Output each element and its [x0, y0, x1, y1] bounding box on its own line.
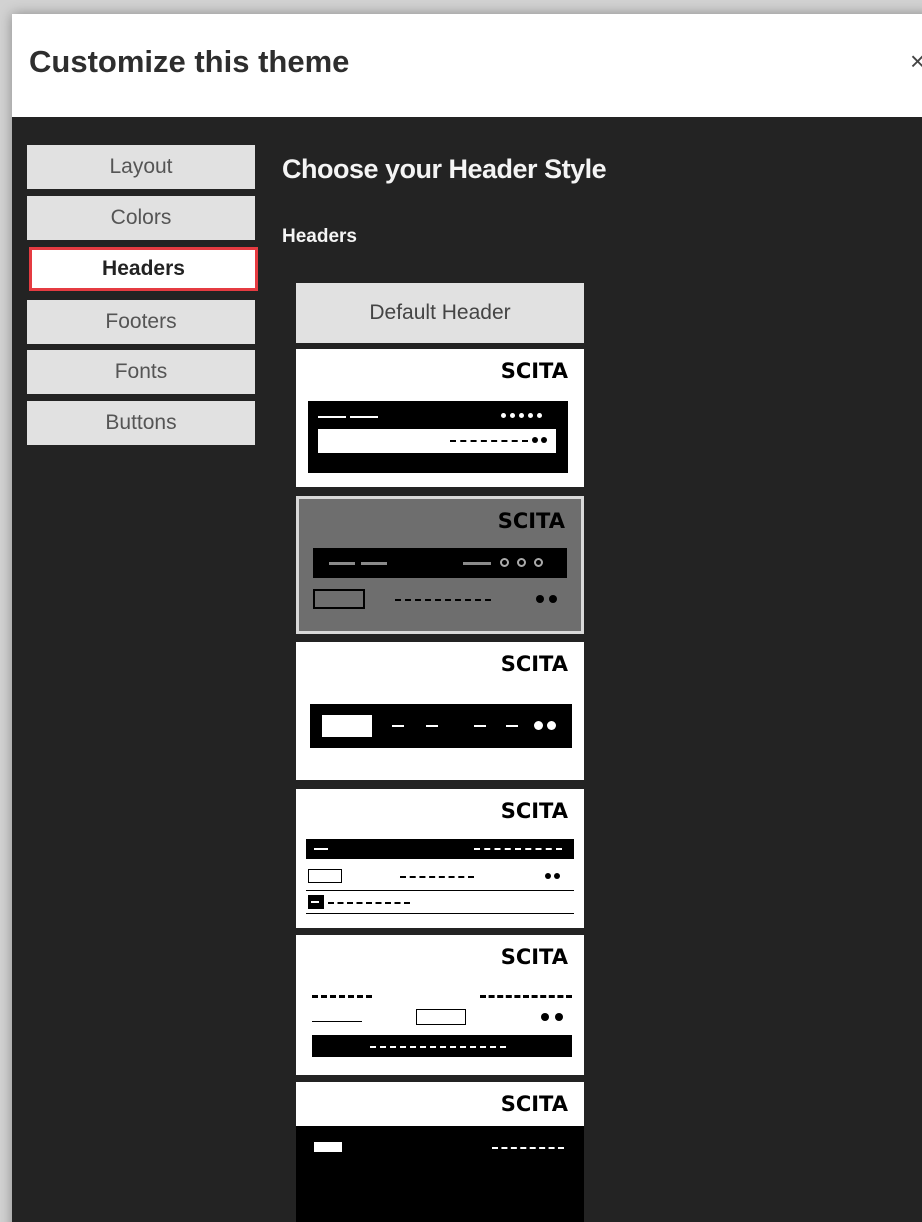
header-style-card-3[interactable]: SCITA [296, 642, 584, 780]
section-title: Choose your Header Style [282, 154, 607, 184]
card-brand-label: SCITA [500, 1092, 568, 1116]
sidebar-item-headers[interactable]: Headers [29, 247, 258, 291]
preview-nav-dashes [492, 1147, 564, 1149]
preview-nav-dashes [480, 995, 572, 998]
header-style-card-5[interactable]: SCITA [296, 935, 584, 1075]
preview-dot [545, 873, 551, 879]
preview-dot [519, 413, 524, 418]
sidebar-item-colors[interactable]: Colors [27, 196, 255, 240]
preview-dot [555, 1013, 563, 1021]
preview-nav-dash [361, 562, 387, 565]
preview-dot [528, 413, 533, 418]
preview-logo-box [313, 589, 365, 609]
close-icon[interactable]: × [910, 46, 922, 77]
card-brand-label: SCITA [500, 945, 568, 969]
section-subtitle: Headers [282, 226, 357, 247]
preview-dot [537, 413, 542, 418]
preview-divider [306, 890, 574, 891]
preview-nav-dash [318, 416, 346, 418]
preview-nav-dash [506, 725, 518, 727]
preview-nav-dashes [395, 599, 491, 601]
modal-header: Customize this theme × [12, 14, 922, 117]
preview-dot [536, 595, 544, 603]
card-brand-label: SCITA [500, 799, 568, 823]
preview-dot [534, 721, 543, 730]
preview-nav-dashes [370, 1046, 506, 1048]
preview-nav-dash [426, 725, 438, 727]
preview-nav-dashes [312, 995, 372, 998]
preview-ring [500, 558, 509, 567]
header-preview-bar [296, 1126, 584, 1222]
preview-nav-dashes [450, 440, 528, 442]
card-brand-label: SCITA [497, 509, 565, 533]
card-brand-label: SCITA [500, 652, 568, 676]
preview-nav-dashes [400, 876, 474, 878]
modal-title: Customize this theme [29, 44, 350, 79]
preview-ring [517, 558, 526, 567]
sidebar-item-fonts[interactable]: Fonts [27, 350, 255, 394]
preview-nav-dashes [474, 848, 562, 850]
preview-logo-box [416, 1009, 466, 1025]
sidebar-item-footers[interactable]: Footers [27, 300, 255, 344]
preview-underline [312, 1021, 362, 1022]
preview-nav-dash [463, 562, 491, 565]
preview-dot [541, 437, 547, 443]
sidebar-item-buttons[interactable]: Buttons [27, 401, 255, 445]
preview-logo-box [308, 869, 342, 883]
preview-dot [547, 721, 556, 730]
preview-nav-dash [474, 725, 486, 727]
header-style-card-6[interactable]: SCITA [296, 1082, 584, 1222]
card-brand-label: SCITA [500, 359, 568, 383]
header-style-card-2[interactable]: SCITA [296, 496, 584, 634]
preview-nav-dash [350, 416, 378, 418]
preview-logo-block [314, 1142, 342, 1152]
header-style-card-4[interactable]: SCITA [296, 789, 584, 928]
preview-dot [549, 595, 557, 603]
header-style-card-1[interactable]: SCITA [296, 349, 584, 487]
preview-nav-dash [392, 725, 404, 727]
preview-nav-dashes [328, 902, 410, 904]
preview-ring [534, 558, 543, 567]
preview-dot [541, 1013, 549, 1021]
preview-nav-dash [329, 562, 355, 565]
sidebar-item-layout[interactable]: Layout [27, 145, 255, 189]
preview-divider [306, 913, 574, 914]
customize-theme-modal: Customize this theme × Layout Colors Hea… [12, 14, 922, 1222]
preview-nav-dash [314, 848, 328, 850]
preview-dot [510, 413, 515, 418]
preview-nav-dash [311, 901, 319, 903]
preview-dot [532, 437, 538, 443]
default-header-button[interactable]: Default Header [296, 283, 584, 343]
preview-dot [501, 413, 506, 418]
preview-logo-block [322, 715, 372, 737]
preview-dot [554, 873, 560, 879]
